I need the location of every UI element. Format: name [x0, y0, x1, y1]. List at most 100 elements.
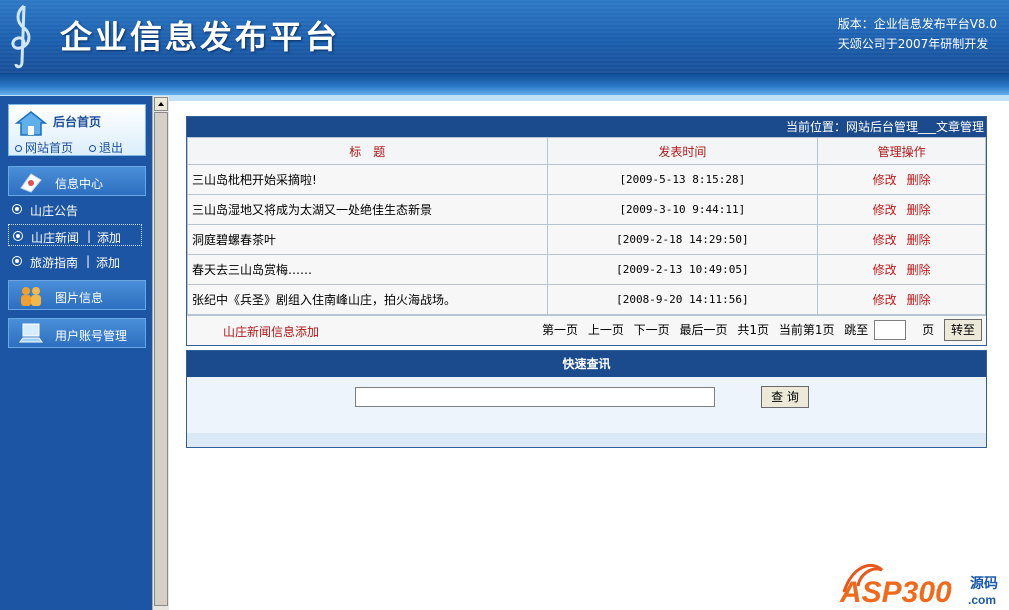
row-actions: 修改 删除	[817, 254, 986, 285]
article-time: [2009-3-10 9:44:11]	[546, 194, 819, 225]
row-actions: 修改 删除	[817, 164, 986, 195]
separator: |	[87, 229, 92, 243]
scroll-thumb[interactable]	[154, 112, 168, 606]
version-info: 版本：企业信息发布平台V8.0 天颂公司于2007年研制开发	[838, 14, 997, 54]
delete-link[interactable]: 删除	[907, 173, 931, 187]
row-actions: 修改 删除	[817, 284, 986, 315]
sidebar-item-user-admin-label: 用户账号管理	[55, 329, 128, 343]
search-input[interactable]	[355, 387, 715, 407]
search-panel-footer	[187, 433, 986, 447]
edit-link[interactable]: 修改	[873, 203, 897, 217]
separator: |	[86, 254, 91, 268]
row-actions: 修改 删除	[817, 224, 986, 255]
table-row: 春天去三山岛赏梅…… [2009-2-13 10:49:05] 修改 删除	[187, 254, 986, 285]
quick-search-title: 快速查讯	[187, 351, 986, 377]
guide-add-link[interactable]: 添加	[96, 254, 120, 271]
sidebar: 后台首页 网站首页 退出 信息中心 山庄公告 山庄新闻 | 添加 旅游指南 | …	[0, 96, 152, 610]
edit-link[interactable]: 修改	[873, 233, 897, 247]
article-time: [2008-9-20 14:11:56]	[546, 284, 819, 315]
table-row: 洞庭碧螺春茶叶 [2009-2-18 14:29:50] 修改 删除	[187, 224, 986, 255]
watermark-brand: ASP300	[839, 576, 952, 608]
sidebar-home-box: 后台首页 网站首页 退出	[8, 104, 146, 156]
pager-row: 山庄新闻信息添加 第一页 上一页 下一页 最后一页 共1页 当前第1页 跳至 页…	[187, 315, 986, 345]
computer-icon	[19, 323, 43, 343]
sidebar-subitem-guide[interactable]: 旅游指南 | 添加	[8, 250, 142, 272]
news-add-link[interactable]: 添加	[97, 229, 121, 246]
sidebar-item-image-info-label: 图片信息	[55, 291, 104, 305]
article-title[interactable]: 洞庭碧螺春茶叶	[187, 224, 548, 255]
sidebar-item-image-info[interactable]: 图片信息	[8, 280, 146, 310]
sidebar-scrollbar[interactable]	[152, 96, 169, 610]
treble-clef-icon	[11, 4, 31, 69]
company-line: 天颂公司于2007年研制开发	[837, 37, 989, 51]
column-header-title: 标 题	[187, 137, 548, 165]
header-band	[0, 73, 1009, 95]
article-time: [2009-2-18 14:29:50]	[546, 224, 819, 255]
edit-link[interactable]: 修改	[873, 293, 897, 307]
article-time: [2009-2-13 10:49:05]	[546, 254, 819, 285]
article-panel: 当前位置：网站后台管理___文章管理 标 题 发表时间 管理操作 三山岛枇杷开始…	[186, 116, 987, 346]
sidebar-subitem-label[interactable]: 山庄公告	[30, 202, 78, 219]
table-header-row: 标 题 发表时间 管理操作	[187, 137, 986, 165]
logout-link-label[interactable]: 退出	[99, 141, 123, 155]
column-header-ops: 管理操作	[817, 137, 986, 165]
current-page: 当前第1页	[778, 322, 835, 337]
logout-link[interactable]: 退出	[89, 139, 123, 156]
watermark-domain: .com	[968, 593, 996, 607]
column-header-time: 发表时间	[546, 137, 819, 165]
delete-link[interactable]: 删除	[907, 263, 931, 277]
document-icon	[20, 173, 42, 193]
total-pages: 共1页	[737, 322, 769, 337]
sidebar-subitem-label[interactable]: 山庄新闻	[31, 229, 79, 246]
article-time: [2009-5-13 8:15:28]	[546, 164, 819, 195]
article-title[interactable]: 三山岛枇杷开始采摘啦!	[187, 164, 548, 195]
sidebar-subitem-label[interactable]: 旅游指南	[30, 254, 78, 271]
watermark-suffix: 源码	[970, 575, 998, 592]
goto-button[interactable]: 转至	[943, 319, 982, 341]
article-title[interactable]: 春天去三山岛赏梅……	[187, 254, 548, 285]
sidebar-subitem-news[interactable]: 山庄新闻 | 添加	[8, 224, 142, 246]
add-news-link[interactable]: 山庄新闻信息添加	[223, 323, 319, 340]
delete-link[interactable]: 删除	[907, 203, 931, 217]
search-button[interactable]: 查 询	[761, 386, 809, 408]
breadcrumb: 当前位置：网站后台管理___文章管理	[187, 117, 986, 137]
table-row: 三山岛湿地又将成为太湖又一处绝佳生态新景 [2009-3-10 9:44:11]…	[187, 194, 986, 225]
people-icon	[21, 287, 41, 306]
table-row: 张纪中《兵圣》剧组入住南峰山庄，拍火海战场。 [2008-9-20 14:11:…	[187, 284, 986, 315]
edit-link[interactable]: 修改	[873, 173, 897, 187]
sidebar-item-info-center-label: 信息中心	[55, 177, 104, 191]
table-row: 三山岛枇杷开始采摘啦! [2009-5-13 8:15:28] 修改 删除	[187, 164, 986, 195]
jump-label: 跳至	[844, 322, 869, 337]
sidebar-home-label[interactable]: 后台首页	[53, 113, 101, 130]
pagination: 第一页 上一页 下一页 最后一页 共1页 当前第1页 跳至 页 转至	[536, 319, 982, 341]
page-unit-label: 页	[922, 322, 935, 337]
last-page-link[interactable]: 最后一页	[680, 323, 728, 337]
article-title[interactable]: 张纪中《兵圣》剧组入住南峰山庄，拍火海战场。	[187, 284, 548, 315]
delete-link[interactable]: 删除	[907, 233, 931, 247]
site-home-link[interactable]: 网站首页	[15, 139, 73, 156]
radio-icon	[12, 256, 22, 266]
article-title[interactable]: 三山岛湿地又将成为太湖又一处绝佳生态新景	[187, 194, 548, 225]
sidebar-item-user-admin[interactable]: 用户账号管理	[8, 318, 146, 348]
edit-link[interactable]: 修改	[873, 263, 897, 277]
sidebar-item-info-center[interactable]: 信息中心	[8, 166, 146, 196]
version-line: 版本：企业信息发布平台V8.0	[837, 17, 997, 31]
header-banner: 企业信息发布平台 版本：企业信息发布平台V8.0 天颂公司于2007年研制开发	[0, 0, 1009, 73]
sidebar-subitem-notice[interactable]: 山庄公告	[8, 198, 142, 220]
delete-link[interactable]: 删除	[907, 293, 931, 307]
first-page-link[interactable]: 第一页	[542, 323, 578, 337]
quick-search-panel: 快速查讯 查 询	[186, 350, 987, 448]
radio-icon	[13, 231, 23, 241]
bullet-icon	[15, 145, 22, 152]
asp300-logo: ASP300 源码 .com	[839, 564, 998, 608]
site-title: 企业信息发布平台	[60, 18, 341, 56]
site-home-link-label[interactable]: 网站首页	[25, 141, 73, 155]
row-actions: 修改 删除	[817, 194, 986, 225]
scroll-up-arrow-icon[interactable]	[154, 97, 168, 111]
bullet-icon	[89, 145, 96, 152]
prev-page-link[interactable]: 上一页	[588, 323, 624, 337]
home-icon	[15, 111, 47, 136]
page-jump-input[interactable]	[874, 320, 907, 340]
next-page-link[interactable]: 下一页	[634, 323, 670, 337]
radio-icon	[12, 204, 22, 214]
